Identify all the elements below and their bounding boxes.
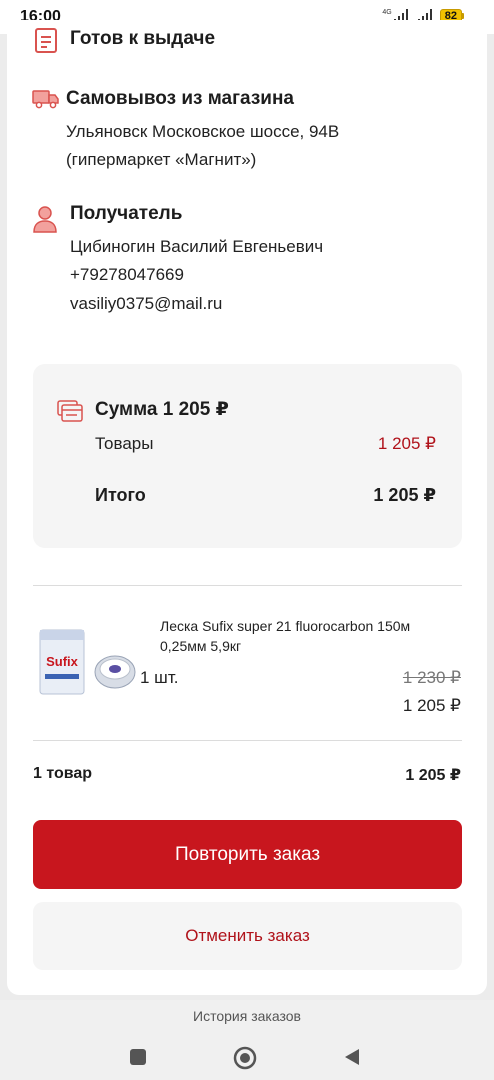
total-value: 1 205 ₽ <box>373 485 436 505</box>
goods-value: 1 205 ₽ <box>377 434 436 453</box>
product-name[interactable]: Леска Sufix super 21 fluorocarbon 150м <box>160 618 410 634</box>
recipient-title: Получатель <box>70 203 183 224</box>
items-total: 1 205 ₽ <box>405 767 461 784</box>
bottom-nav: История заказов <box>0 1000 494 1080</box>
recipient-email: vasiliy0375@mail.ru <box>70 294 223 313</box>
cancel-order-button[interactable]: Отменить заказ <box>33 902 462 970</box>
product-price: 1 205 ₽ <box>402 696 461 715</box>
items-count: 1 товар <box>33 765 93 782</box>
back-icon[interactable] <box>342 1047 362 1067</box>
order-status: Готов к выдаче <box>70 28 216 49</box>
user-icon <box>33 206 57 233</box>
product-old-price: 1 230 ₽ <box>402 668 461 687</box>
divider <box>33 585 462 586</box>
document-icon <box>35 28 57 53</box>
product-quantity: 1 шт. <box>140 668 179 687</box>
product-brand: Sufix <box>46 654 79 669</box>
order-history-link[interactable]: История заказов <box>0 1008 494 1024</box>
product-name-line2[interactable]: 0,25мм 5,9кг <box>160 638 241 654</box>
goods-label: Товары <box>95 434 154 453</box>
truck-icon <box>32 90 59 109</box>
wallet-icon <box>57 400 83 422</box>
order-card: Готов к выдаче Самовывоз из магазина Уль… <box>7 20 487 995</box>
home-icon[interactable] <box>233 1046 257 1070</box>
recipient-name: Цибиногин Василий Евгеньевич <box>70 237 324 256</box>
repeat-order-button[interactable]: Повторить заказ <box>33 820 462 889</box>
recent-apps-icon[interactable] <box>128 1047 148 1067</box>
delivery-title: Самовывоз из магазина <box>66 88 294 109</box>
divider <box>33 740 462 741</box>
delivery-address: Ульяновск Московское шоссе, 94В <box>66 122 340 141</box>
network-type: 4G <box>382 9 392 16</box>
delivery-address-note: (гипермаркет «Магнит») <box>66 150 257 169</box>
recipient-phone: +79278047669 <box>70 265 184 284</box>
order-summary: Сумма 1 205 ₽ Товары 1 205 ₽ Итого 1 205… <box>33 364 462 548</box>
total-label: Итого <box>95 485 146 505</box>
product-image[interactable]: Sufix <box>37 626 137 698</box>
summary-title: Сумма 1 205 ₽ <box>95 399 229 420</box>
